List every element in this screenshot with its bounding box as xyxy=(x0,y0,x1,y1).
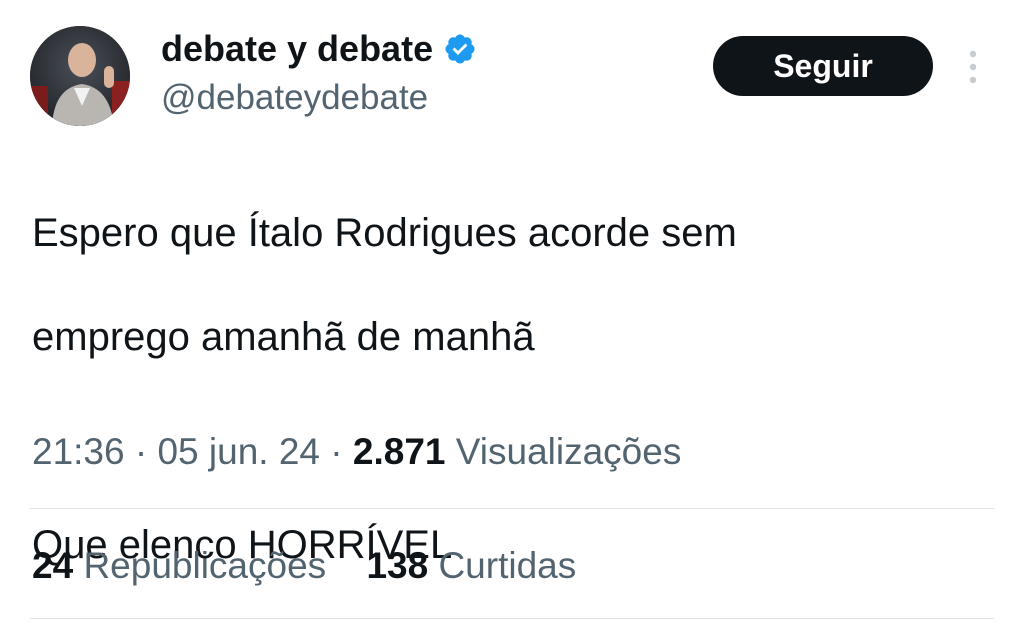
avatar[interactable] xyxy=(30,26,130,126)
tweet-line: Espero que Ítalo Rodrigues acorde sem xyxy=(32,211,737,255)
divider xyxy=(30,508,994,509)
tweet-time[interactable]: 21:36 xyxy=(32,431,125,472)
tweet-line: emprego amanhã de manhã xyxy=(32,315,535,359)
avatar-image xyxy=(30,26,130,126)
meta-separator: · xyxy=(134,431,148,472)
display-name-text: debate y debate xyxy=(161,28,434,69)
tweet-date[interactable]: 05 jun. 24 xyxy=(157,431,320,472)
reposts-count: 24 xyxy=(32,545,74,586)
more-vertical-icon[interactable] xyxy=(962,48,984,86)
reposts-stat[interactable]: 24 Republicações xyxy=(32,544,326,588)
follow-button[interactable]: Seguir xyxy=(713,36,933,96)
meta-separator: · xyxy=(330,431,343,472)
views-count: 2.871 xyxy=(352,431,446,472)
likes-count: 138 xyxy=(366,545,429,586)
author-handle[interactable]: @debateydebate xyxy=(161,77,428,119)
views-label: Visualizações xyxy=(455,431,682,472)
tweet-meta: 21:36 · 05 jun. 24 · 2.871 Visualizações xyxy=(32,430,681,474)
reposts-label: Republicações xyxy=(83,545,327,586)
likes-label: Curtidas xyxy=(438,545,577,586)
verified-badge-icon xyxy=(445,34,475,64)
author-display-name[interactable]: debate y debate xyxy=(161,28,477,70)
likes-stat[interactable]: 138 Curtidas xyxy=(366,544,576,588)
tweet-stats: 24 Republicações 138 Curtidas xyxy=(32,544,576,588)
divider xyxy=(30,618,994,619)
